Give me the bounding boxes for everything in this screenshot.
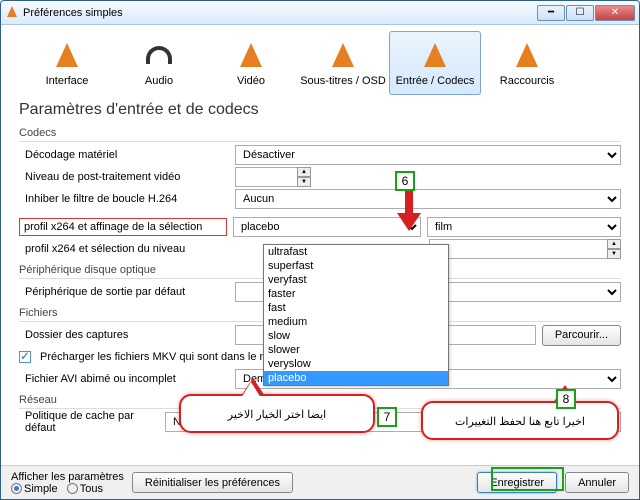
window-buttons: ━ ☐ ✕ bbox=[537, 5, 635, 21]
cone-icon bbox=[327, 39, 359, 71]
option-fast[interactable]: fast bbox=[264, 301, 448, 315]
label-postproc: Niveau de post-traitement vidéo bbox=[19, 171, 229, 183]
tab-label: Interface bbox=[46, 75, 89, 87]
close-button[interactable]: ✕ bbox=[595, 5, 635, 21]
label-aviincomplete: Fichier AVI abimé ou incomplet bbox=[19, 373, 229, 385]
option-faster[interactable]: faster bbox=[264, 287, 448, 301]
tab-audio[interactable]: Audio bbox=[113, 31, 205, 95]
tab-label: Sous-titres / OSD bbox=[300, 75, 386, 87]
option-veryfast[interactable]: veryfast bbox=[264, 273, 448, 287]
option-veryslow[interactable]: veryslow bbox=[264, 357, 448, 371]
spinner[interactable]: ▲▼ bbox=[297, 167, 311, 187]
label-hwdec: Décodage matériel bbox=[19, 149, 229, 161]
window-title: Préférences simples bbox=[23, 7, 537, 19]
group-codecs: Codecs bbox=[19, 125, 621, 142]
page-heading: Paramètres d'entrée et de codecs bbox=[19, 101, 621, 119]
preferences-window: Préférences simples ━ ☐ ✕ Interface Audi… bbox=[0, 0, 640, 500]
category-toolbar: Interface Audio Vidéo Sous-titres / OSD … bbox=[1, 25, 639, 99]
radio-all[interactable]: Tous bbox=[67, 483, 103, 495]
option-medium[interactable]: medium bbox=[264, 315, 448, 329]
label-x264level: profil x264 et sélection du niveau bbox=[19, 243, 229, 255]
label-loopfilter: Inhiber le filtre de boucle H.264 bbox=[19, 193, 229, 205]
show-params-label: Afficher les paramètres Simple Tous bbox=[11, 471, 124, 495]
tab-video[interactable]: Vidéo bbox=[205, 31, 297, 95]
tab-label: Raccourcis bbox=[500, 75, 554, 87]
tab-interface[interactable]: Interface bbox=[21, 31, 113, 95]
cone-icon bbox=[511, 39, 543, 71]
option-superfast[interactable]: superfast bbox=[264, 259, 448, 273]
spinner[interactable]: ▲▼ bbox=[607, 239, 621, 259]
arrow-down-icon bbox=[397, 191, 421, 231]
callout-save: اخيرا تابع هنا لحفظ التغييرات bbox=[421, 401, 619, 440]
select-x264preset[interactable]: placebo bbox=[233, 217, 421, 237]
label-cachepolicy: Politique de cache par défaut bbox=[19, 410, 159, 434]
select-x264tune[interactable]: film bbox=[427, 217, 621, 237]
tab-label: Vidéo bbox=[237, 75, 265, 87]
annotation-7: 7 bbox=[377, 407, 397, 427]
cone-icon bbox=[235, 39, 267, 71]
tab-label: Audio bbox=[145, 75, 173, 87]
label-captures: Dossier des captures bbox=[19, 329, 229, 341]
annotation-8: 8 bbox=[556, 389, 576, 409]
vlc-icon bbox=[5, 6, 19, 20]
option-placebo[interactable]: placebo bbox=[264, 371, 448, 385]
save-highlight-box bbox=[491, 467, 564, 491]
titlebar: Préférences simples ━ ☐ ✕ bbox=[1, 1, 639, 25]
input-x264level[interactable] bbox=[429, 239, 621, 259]
label-x264preset: profil x264 et affinage de la sélection bbox=[19, 218, 227, 236]
tab-input-codecs[interactable]: Entrée / Codecs bbox=[389, 31, 481, 95]
select-hwdec[interactable]: Désactiver bbox=[235, 145, 621, 165]
tab-subtitles[interactable]: Sous-titres / OSD bbox=[297, 31, 389, 95]
callout-choose-last: ايضا اختر الخيار الاخير bbox=[179, 394, 375, 433]
radio-simple[interactable]: Simple bbox=[11, 483, 58, 495]
x264preset-dropdown[interactable]: ultrafast superfast veryfast faster fast… bbox=[263, 244, 449, 386]
label-outdev: Périphérique de sortie par défaut bbox=[19, 286, 229, 298]
option-slow[interactable]: slow bbox=[264, 329, 448, 343]
browse-button[interactable]: Parcourir... bbox=[542, 325, 621, 346]
annotation-6: 6 bbox=[395, 171, 415, 191]
cone-icon bbox=[51, 39, 83, 71]
select-loopfilter[interactable]: Aucun bbox=[235, 189, 621, 209]
reset-button[interactable]: Réinitialiser les préférences bbox=[132, 472, 293, 493]
option-slower[interactable]: slower bbox=[264, 343, 448, 357]
minimize-button[interactable]: ━ bbox=[537, 5, 565, 21]
tab-hotkeys[interactable]: Raccourcis bbox=[481, 31, 573, 95]
headphones-icon bbox=[143, 39, 175, 71]
maximize-button[interactable]: ☐ bbox=[566, 5, 594, 21]
checkbox-preloadmkv[interactable] bbox=[19, 351, 31, 363]
cancel-button[interactable]: Annuler bbox=[565, 472, 629, 493]
option-ultrafast[interactable]: ultrafast bbox=[264, 245, 448, 259]
cone-icon bbox=[419, 39, 451, 71]
tab-label: Entrée / Codecs bbox=[396, 75, 475, 87]
